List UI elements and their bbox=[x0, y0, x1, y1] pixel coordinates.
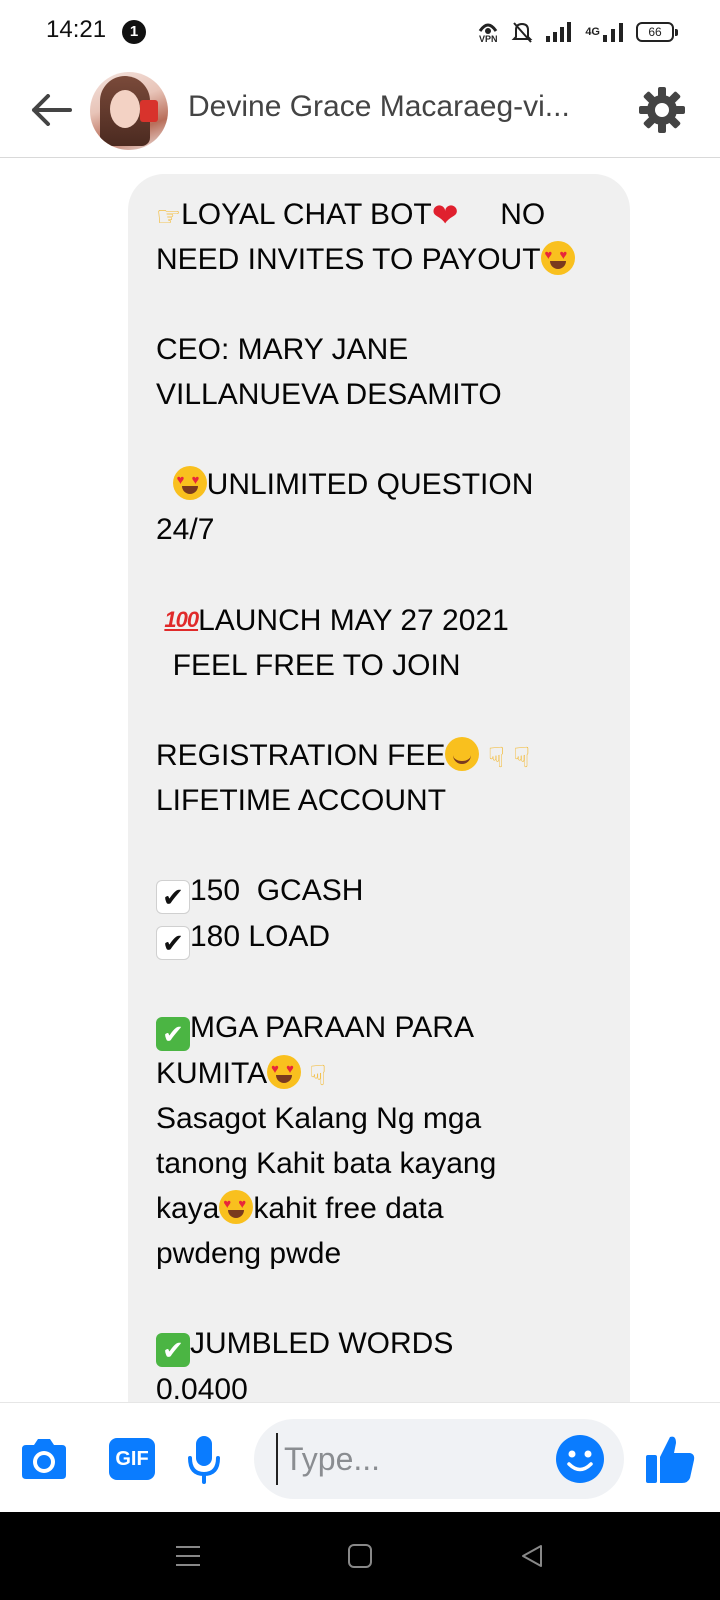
message-line: KUMITA ♥ ♥ ☟ bbox=[156, 1055, 327, 1091]
status-icons: VPN 4G 66 bbox=[477, 18, 678, 46]
gif-icon: GIF bbox=[109, 1438, 155, 1480]
signal-icon bbox=[545, 21, 573, 43]
message-line: pwdeng pwde bbox=[156, 1237, 342, 1270]
triangle-back-icon bbox=[522, 1545, 542, 1567]
message-line: NEED INVITES TO PAYOUT ♥ ♥ bbox=[156, 237, 606, 282]
back-arrow-icon bbox=[32, 94, 72, 126]
message-composer: GIF bbox=[0, 1402, 720, 1512]
camera-button[interactable] bbox=[16, 1431, 72, 1487]
chat-area[interactable]: ☞LOYAL CHAT BOT❤ NO NEED INVITES TO PAYO… bbox=[0, 158, 720, 1402]
check-box-icon: ✔ bbox=[156, 880, 190, 914]
back-button[interactable] bbox=[26, 86, 76, 134]
avatar[interactable] bbox=[90, 72, 168, 150]
mute-bell-icon bbox=[511, 20, 533, 44]
message-line: ♥ ♥ UNLIMITED QUESTION bbox=[156, 462, 606, 507]
gif-button[interactable]: GIF bbox=[104, 1431, 160, 1487]
message-line: FEEL FREE TO JOIN bbox=[172, 649, 461, 682]
message-line: ✔ 180 LOAD bbox=[156, 914, 606, 960]
message-line: ✔ JUMBLED WORDS bbox=[156, 1321, 606, 1367]
battery-icon: 66 bbox=[636, 22, 678, 42]
green-check-icon: ✔ bbox=[156, 1333, 190, 1367]
vpn-icon: VPN bbox=[477, 21, 499, 44]
green-check-icon: ✔ bbox=[156, 1017, 190, 1051]
thumbs-up-icon bbox=[646, 1436, 695, 1483]
gear-icon bbox=[639, 87, 685, 133]
home-square-icon bbox=[348, 1544, 372, 1568]
message-line: ✔ MGA PARAAN PARA bbox=[156, 1005, 606, 1051]
message-line: ✔ 150 GCASH bbox=[156, 868, 606, 914]
message-line: REGISTRATION FEE ☟ ☟ bbox=[156, 737, 531, 773]
message-line: Sasagot Kalang Ng mga bbox=[156, 1102, 482, 1135]
pointing-down-icon: ☟ bbox=[513, 742, 531, 773]
message-bubble[interactable]: ☞LOYAL CHAT BOT❤ NO NEED INVITES TO PAYO… bbox=[128, 174, 630, 1402]
smiley-icon bbox=[556, 1435, 604, 1483]
red-heart-icon: ❤ bbox=[431, 197, 459, 233]
pointing-hand-icon: ☞ bbox=[156, 201, 182, 232]
system-navigation-bar bbox=[0, 1512, 720, 1600]
status-bar: 14:21 1 VPN 4G 66 bbox=[0, 0, 720, 62]
heart-eyes-emoji-icon: ♥ ♥ bbox=[219, 1190, 254, 1224]
hundred-points-icon: 100 bbox=[164, 607, 199, 632]
recent-apps-button[interactable] bbox=[168, 1536, 208, 1576]
message-line: LIFETIME ACCOUNT bbox=[156, 784, 447, 817]
camera-icon bbox=[22, 1439, 66, 1479]
message-input-box[interactable] bbox=[254, 1419, 624, 1499]
heart-eyes-emoji-icon: ♥ ♥ bbox=[267, 1055, 302, 1089]
smiling-face-icon bbox=[445, 737, 480, 771]
chat-header: Devine Grace Macaraeg-vi... bbox=[0, 62, 720, 158]
check-box-icon: ✔ bbox=[156, 926, 190, 960]
message-line: ☞LOYAL CHAT BOT❤ NO bbox=[156, 197, 546, 233]
contact-name[interactable]: Devine Grace Macaraeg-vi... bbox=[188, 90, 608, 124]
notification-badge: 1 bbox=[122, 20, 146, 44]
emoji-button[interactable] bbox=[554, 1433, 606, 1485]
message-line: VILLANUEVA DESAMITO bbox=[156, 378, 502, 411]
settings-button[interactable] bbox=[636, 84, 688, 136]
message-line: CEO: MARY JANE bbox=[156, 333, 409, 366]
microphone-icon bbox=[188, 1436, 220, 1484]
message-line: 0.0400 bbox=[156, 1373, 248, 1402]
pointing-down-icon: ☟ bbox=[309, 1060, 327, 1091]
microphone-button[interactable] bbox=[178, 1431, 230, 1487]
status-time: 14:21 bbox=[46, 16, 107, 43]
like-button[interactable] bbox=[640, 1431, 700, 1487]
system-back-button[interactable] bbox=[512, 1536, 552, 1576]
heart-eyes-emoji-icon: ♥ ♥ bbox=[540, 241, 575, 275]
home-button[interactable] bbox=[340, 1536, 380, 1576]
heart-eyes-emoji-icon: ♥ ♥ bbox=[172, 466, 207, 500]
pointing-down-icon: ☟ bbox=[487, 742, 505, 773]
message-line: 24/7 bbox=[156, 513, 215, 546]
network-4g-icon: 4G bbox=[585, 21, 624, 43]
message-line: kaya ♥ ♥ kahit free data bbox=[156, 1190, 444, 1225]
message-line: tanong Kahit bata kayang bbox=[156, 1147, 497, 1180]
menu-icon bbox=[176, 1546, 200, 1566]
message-input[interactable] bbox=[276, 1433, 536, 1485]
message-line: 100LAUNCH MAY 27 2021 bbox=[156, 597, 606, 643]
